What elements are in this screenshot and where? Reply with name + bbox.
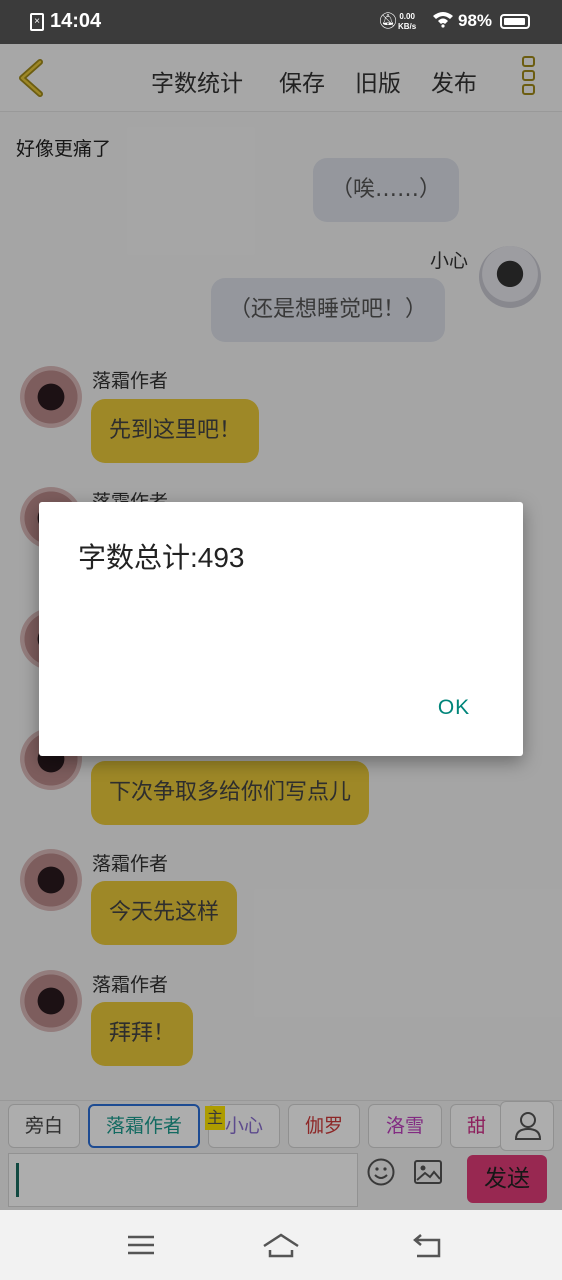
- net-speed: 0.00 KB/s: [398, 12, 416, 32]
- word-count-dialog: 字数总计:493 OK: [39, 502, 523, 756]
- ok-button[interactable]: OK: [425, 686, 483, 730]
- menu-icon[interactable]: [121, 1228, 161, 1262]
- system-nav-bar: [0, 1210, 562, 1280]
- status-time: 14:04: [50, 10, 102, 32]
- status-bar: × 14:04 🔕︎ 0.00 KB/s 98%: [0, 0, 562, 44]
- mute-icon: 🔕︎: [378, 13, 399, 30]
- net-speed-unit: KB/s: [398, 22, 417, 31]
- battery-icon: [500, 14, 530, 29]
- no-sim-icon: ×: [30, 13, 44, 31]
- dialog-message: 字数总计:493: [78, 542, 245, 573]
- home-icon[interactable]: [261, 1228, 301, 1262]
- back-icon[interactable]: [409, 1228, 449, 1262]
- wifi-icon: [432, 10, 454, 33]
- battery-percent: 98%: [458, 11, 493, 30]
- net-speed-value: 0.00: [399, 12, 415, 21]
